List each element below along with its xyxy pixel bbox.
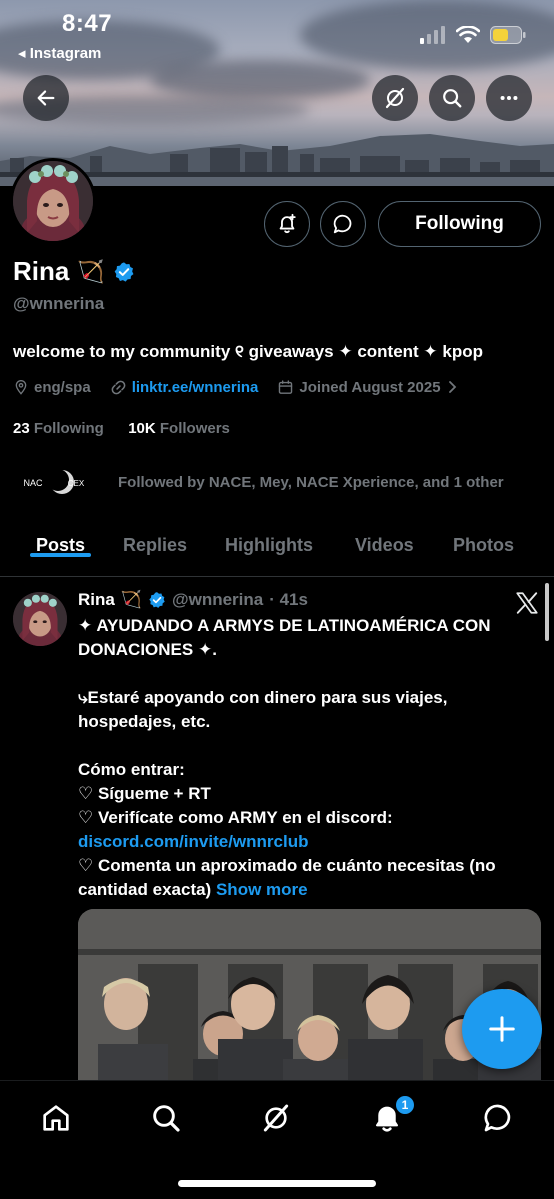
verified-badge-icon[interactable] bbox=[113, 261, 135, 283]
profile-handle: @wnnerina bbox=[13, 294, 105, 313]
mutual-avatar-2-text: CEX bbox=[68, 479, 85, 488]
nav-home[interactable] bbox=[36, 1098, 76, 1138]
tab-videos[interactable]: Videos bbox=[355, 520, 414, 556]
cellular-signal-icon bbox=[420, 26, 445, 44]
more-options-button[interactable] bbox=[486, 75, 532, 121]
location-pin-icon bbox=[15, 380, 27, 395]
tab-photos-label: Photos bbox=[453, 535, 514, 555]
followers-count: 10K bbox=[128, 420, 156, 437]
post-text: ✦ AYUDANDO A ARMYS DE LATINOAMÉRICA CON … bbox=[78, 614, 543, 902]
profile-bio: welcome to my community ୧ giveaways ✦ co… bbox=[13, 342, 484, 361]
message-button[interactable] bbox=[320, 201, 366, 247]
active-tab-indicator bbox=[30, 553, 92, 557]
post-verified-badge-icon bbox=[149, 592, 165, 608]
search-icon bbox=[443, 89, 462, 108]
post-header: Rina 🏹 @wnnerina · 41s bbox=[78, 590, 308, 610]
followed-by-row[interactable]: NACE CEX Followed by NACE, Mey, NACE Xpe… bbox=[16, 462, 504, 502]
avatar-photo bbox=[13, 161, 93, 241]
chat-bubble-icon bbox=[484, 1104, 511, 1132]
post-line-3: Cómo entrar: bbox=[78, 760, 185, 779]
notifications-toggle-button[interactable] bbox=[264, 201, 310, 247]
compose-post-button[interactable] bbox=[462, 989, 542, 1069]
nav-search[interactable] bbox=[146, 1098, 186, 1138]
followers-label: Followers bbox=[159, 420, 230, 437]
location-item: eng/spa bbox=[13, 378, 91, 396]
profile-tabs: Posts Replies Highlights Videos Photos bbox=[0, 520, 554, 577]
grok-icon bbox=[385, 87, 405, 109]
home-indicator[interactable] bbox=[178, 1180, 376, 1187]
chevron-right-icon bbox=[448, 381, 456, 393]
tab-highlights-label: Highlights bbox=[225, 535, 313, 555]
profile-name: Rina bbox=[13, 256, 70, 286]
discord-link[interactable]: discord.com/invite/wnnrclub bbox=[78, 832, 308, 851]
post-line-1: ✦ AYUDANDO A ARMYS DE LATINOAMÉRICA CON … bbox=[78, 616, 491, 659]
location-text: eng/spa bbox=[34, 378, 91, 396]
joined-item[interactable]: Joined August 2025 bbox=[277, 379, 457, 396]
chat-bubble-icon bbox=[333, 214, 352, 234]
calendar-icon bbox=[279, 379, 293, 394]
group-photo bbox=[78, 909, 541, 1089]
tab-replies[interactable]: Replies bbox=[123, 520, 187, 556]
post-bow-emoji: 🏹 bbox=[120, 590, 143, 609]
following-count-link[interactable]: 23 Following bbox=[13, 420, 104, 437]
bow-arrow-emoji: 🏹 bbox=[77, 258, 105, 284]
follow-counts: 23 Following 10K Followers bbox=[13, 420, 230, 437]
bell-plus-icon bbox=[279, 213, 296, 234]
arrow-left-icon bbox=[37, 90, 55, 106]
more-dots-icon bbox=[500, 95, 518, 101]
website-item[interactable]: linktr.ee/wnnerina bbox=[110, 379, 259, 396]
post-line-2: ⤷Estaré apoyando con dinero para sus via… bbox=[78, 688, 448, 731]
post-author-name[interactable]: Rina bbox=[78, 590, 115, 610]
post-line-5: ♡ Verifícate como ARMY en el discord: bbox=[78, 808, 393, 827]
search-button[interactable] bbox=[429, 75, 475, 121]
link-icon bbox=[111, 380, 126, 394]
tab-posts[interactable]: Posts bbox=[30, 520, 92, 557]
profile-avatar[interactable] bbox=[10, 158, 96, 244]
search-icon bbox=[153, 1105, 180, 1132]
tab-highlights[interactable]: Highlights bbox=[225, 520, 313, 556]
post-author-avatar[interactable] bbox=[13, 592, 67, 646]
mutual-followers-avatars: NACE CEX bbox=[16, 462, 85, 502]
post-image[interactable] bbox=[78, 909, 541, 1089]
tab-videos-label: Videos bbox=[355, 535, 414, 555]
followers-count-link[interactable]: 10K Followers bbox=[128, 420, 230, 437]
home-icon bbox=[43, 1105, 69, 1131]
post-timestamp: · 41s bbox=[269, 590, 308, 609]
wifi-icon bbox=[456, 26, 480, 43]
plus-icon bbox=[489, 1016, 515, 1042]
status-icons bbox=[420, 26, 526, 44]
tab-posts-label: Posts bbox=[36, 535, 86, 555]
profile-name-row: Rina 🏹 bbox=[13, 256, 135, 287]
show-more-link[interactable]: Show more bbox=[216, 880, 308, 899]
nav-grok[interactable] bbox=[256, 1098, 296, 1138]
notifications-badge: 1 bbox=[394, 1094, 416, 1116]
following-button[interactable]: Following bbox=[378, 201, 541, 247]
scrollbar[interactable] bbox=[545, 583, 549, 641]
website-link[interactable]: linktr.ee/wnnerina bbox=[132, 379, 259, 396]
grok-icon bbox=[263, 1104, 289, 1132]
back-to-instagram[interactable]: ◂ Instagram bbox=[18, 44, 101, 62]
tab-photos[interactable]: Photos bbox=[453, 520, 514, 556]
joined-text: Joined August 2025 bbox=[299, 378, 441, 396]
nav-messages[interactable] bbox=[478, 1098, 518, 1138]
status-time: 8:47 bbox=[62, 10, 113, 37]
following-count: 23 bbox=[13, 420, 30, 437]
post-line-4: ♡ Sígueme + RT bbox=[78, 784, 211, 803]
tab-replies-label: Replies bbox=[123, 535, 188, 555]
battery-icon bbox=[490, 26, 526, 44]
post-author-handle[interactable]: @wnnerina bbox=[172, 590, 263, 610]
x-logo-icon bbox=[516, 592, 538, 614]
profile-meta: eng/spa linktr.ee/wnnerina Joined August… bbox=[13, 378, 477, 396]
back-button[interactable] bbox=[23, 75, 69, 121]
grok-button[interactable] bbox=[372, 75, 418, 121]
followed-by-text: Followed by NACE, Mey, NACE Xperience, a… bbox=[118, 473, 504, 491]
post-avatar-photo bbox=[13, 592, 67, 646]
following-label: Following bbox=[33, 420, 104, 437]
